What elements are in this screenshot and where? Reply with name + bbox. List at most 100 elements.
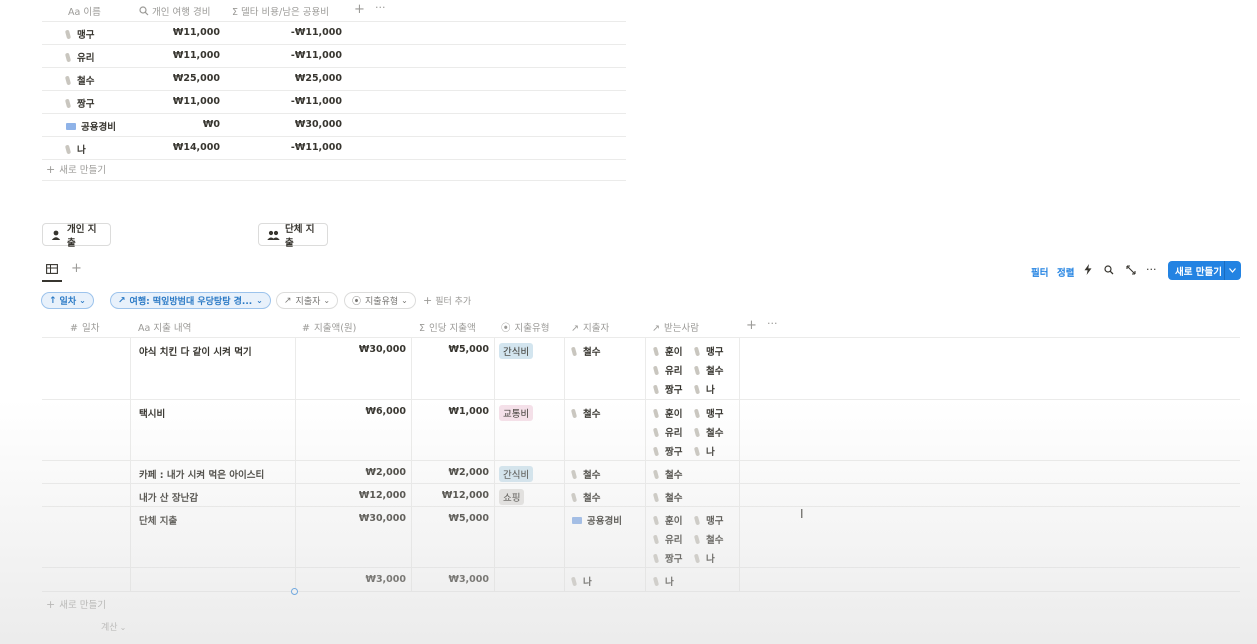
table-row[interactable] — [42, 484, 1240, 507]
receiver-chip[interactable]: 철수 — [652, 490, 682, 504]
row-per-person: ₩5,000 — [448, 344, 489, 355]
select-icon: ⦿ — [501, 323, 511, 334]
row-description[interactable]: 카페 : 내가 시켜 먹은 아이스티 — [139, 467, 264, 481]
relation-arrow-icon: ↗ — [571, 323, 579, 334]
expense-table: # 일차 Aa 지출 내역 # 지출액(원) Σ 인당 지출액 ⦿ 지출유형 ↗ 지출자 ↗… — [0, 0, 1257, 644]
row-description[interactable]: 택시비 — [139, 406, 165, 420]
main-new-row-button[interactable]: + 새로 만들기 — [46, 597, 106, 611]
page-icon — [570, 346, 578, 357]
receiver-chip[interactable]: 짱구 — [652, 382, 682, 396]
row-per-person: ₩5,000 — [448, 513, 489, 524]
receiver-chip[interactable]: 맹구 — [693, 406, 723, 420]
page-icon — [693, 446, 701, 457]
type-tag[interactable]: 교통비 — [499, 405, 534, 421]
page-icon — [652, 408, 660, 419]
receiver-chip[interactable]: 철수 — [693, 532, 723, 546]
page-icon — [652, 534, 660, 545]
row-description[interactable]: 야식 치킨 다 같이 시켜 먹기 — [139, 344, 252, 358]
receiver-chip[interactable]: 유리 — [652, 532, 682, 546]
page-icon — [693, 384, 701, 395]
number-icon: # — [302, 323, 310, 334]
table-row[interactable] — [42, 507, 1240, 568]
type-tag[interactable]: 간식비 — [499, 466, 534, 482]
row-description[interactable]: 단체 지출 — [139, 513, 177, 527]
type-tag[interactable]: 쇼핑 — [499, 489, 525, 505]
page-icon — [652, 346, 660, 357]
receiver-chip[interactable]: 유리 — [652, 425, 682, 439]
receiver-chip[interactable]: 훈이 — [652, 406, 682, 420]
page-icon — [693, 408, 701, 419]
header-type[interactable]: ⦿ 지출유형 — [501, 320, 549, 334]
header-payer[interactable]: ↗ 지출자 — [571, 320, 609, 334]
receiver-chip[interactable]: 짱구 — [652, 444, 682, 458]
page-icon — [652, 553, 660, 564]
receiver-chip[interactable]: 나 — [693, 382, 715, 396]
receiver-chip[interactable]: 맹구 — [693, 344, 723, 358]
page-icon — [570, 469, 578, 480]
receiver-chip[interactable]: 철수 — [652, 467, 682, 481]
table-row[interactable] — [42, 400, 1240, 461]
add-column-icon[interactable]: + — [746, 318, 757, 333]
text-cursor-icon: I — [800, 507, 804, 521]
calculate-button[interactable]: 계산 ⌄ — [101, 620, 126, 633]
page-icon — [652, 492, 660, 503]
row-payer[interactable]: 공용경비 — [572, 513, 622, 527]
chevron-down-icon: ⌄ — [119, 623, 127, 632]
row-amount: ₩2,000 — [365, 467, 406, 478]
row-per-person: ₩2,000 — [448, 467, 489, 478]
row-description[interactable]: 내가 산 장난감 — [139, 490, 198, 504]
page-icon — [693, 365, 701, 376]
page-icon — [570, 492, 578, 503]
row-amount: ₩30,000 — [358, 344, 406, 355]
text-type-icon: Aa — [138, 323, 151, 334]
receiver-chip[interactable]: 짱구 — [652, 551, 682, 565]
receiver-chip[interactable]: 맹구 — [693, 513, 723, 527]
plus-icon: + — [46, 598, 56, 611]
page-icon — [652, 384, 660, 395]
header-receivers[interactable]: ↗ 받는사람 — [652, 320, 699, 334]
receiver-chip[interactable]: 철수 — [693, 425, 723, 439]
row-amount: ₩6,000 — [365, 406, 406, 417]
page-icon — [693, 534, 701, 545]
row-per-person: ₩12,000 — [441, 490, 489, 501]
more-options-icon[interactable]: ··· — [767, 317, 778, 330]
row-payer[interactable]: 철수 — [570, 490, 600, 504]
number-icon: # — [70, 323, 78, 334]
row-payer[interactable]: 나 — [570, 574, 592, 588]
type-tag[interactable]: 간식비 — [499, 343, 534, 359]
receiver-chip[interactable]: 유리 — [652, 363, 682, 377]
header-description[interactable]: Aa 지출 내역 — [138, 320, 191, 334]
header-per-person[interactable]: Σ 인당 지출액 — [419, 320, 476, 334]
receiver-chip[interactable]: 훈이 — [652, 513, 682, 527]
receiver-chip[interactable]: 나 — [693, 444, 715, 458]
row-payer[interactable]: 철수 — [570, 467, 600, 481]
page-icon — [693, 553, 701, 564]
receiver-chip[interactable]: 훈이 — [652, 344, 682, 358]
page-icon — [652, 469, 660, 480]
row-payer[interactable]: 철수 — [570, 406, 600, 420]
page-icon — [693, 515, 701, 526]
row-amount: ₩12,000 — [358, 490, 406, 501]
drag-handle[interactable] — [291, 588, 298, 595]
receiver-chip[interactable]: 나 — [693, 551, 715, 565]
page-icon — [652, 365, 660, 376]
relation-arrow-icon: ↗ — [652, 323, 660, 334]
page-icon — [652, 427, 660, 438]
folder-icon — [572, 517, 582, 524]
row-amount: ₩3,000 — [365, 574, 406, 585]
page-icon — [570, 576, 578, 587]
header-amount[interactable]: # 지출액(원) — [302, 320, 356, 334]
page-icon — [570, 408, 578, 419]
row-payer[interactable]: 철수 — [570, 344, 600, 358]
table-row[interactable] — [42, 568, 1240, 592]
page-icon — [652, 576, 660, 587]
receiver-chip[interactable]: 철수 — [693, 363, 723, 377]
row-per-person: ₩1,000 — [448, 406, 489, 417]
receiver-chip[interactable]: 나 — [652, 574, 674, 588]
header-day[interactable]: # 일차 — [70, 320, 99, 334]
row-per-person: ₩3,000 — [448, 574, 489, 585]
page-icon — [693, 427, 701, 438]
page-icon — [652, 446, 660, 457]
page-icon — [652, 515, 660, 526]
page-icon — [693, 346, 701, 357]
